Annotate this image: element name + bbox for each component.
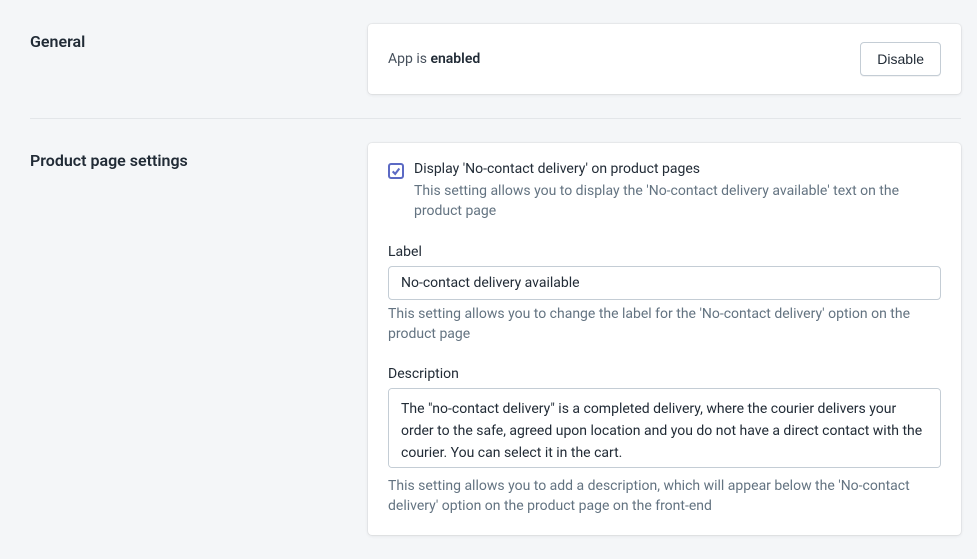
section-general: General App is enabled Disable bbox=[0, 0, 977, 118]
display-no-contact-label[interactable]: Display 'No-contact delivery' on product… bbox=[414, 161, 941, 177]
display-no-contact-help: This setting allows you to display the '… bbox=[414, 181, 941, 222]
display-no-contact-checkbox[interactable] bbox=[388, 163, 404, 179]
section-aside: General bbox=[30, 24, 344, 94]
app-status-text: App is enabled bbox=[388, 51, 480, 67]
description-textarea[interactable] bbox=[388, 388, 941, 468]
disable-button[interactable]: Disable bbox=[860, 42, 941, 76]
label-input[interactable] bbox=[388, 266, 941, 300]
label-field: Label This setting allows you to change … bbox=[388, 244, 941, 345]
section-product-page: Product page settings Display 'No-contac… bbox=[0, 119, 977, 559]
section-title-general: General bbox=[30, 32, 344, 51]
display-no-contact-row: Display 'No-contact delivery' on product… bbox=[388, 161, 941, 222]
section-aside: Product page settings bbox=[30, 143, 344, 535]
section-title-product-page: Product page settings bbox=[30, 151, 344, 170]
description-field-help: This setting allows you to add a descrip… bbox=[388, 476, 941, 517]
label-field-label: Label bbox=[388, 244, 941, 260]
description-field: Description This setting allows you to a… bbox=[388, 366, 941, 517]
card-product-page: Display 'No-contact delivery' on product… bbox=[368, 143, 961, 535]
app-status-row: App is enabled Disable bbox=[388, 42, 941, 76]
description-field-label: Description bbox=[388, 366, 941, 382]
check-icon bbox=[391, 166, 401, 176]
app-status-prefix: App is bbox=[388, 51, 430, 67]
app-status-value: enabled bbox=[430, 51, 480, 67]
card-general: App is enabled Disable bbox=[368, 24, 961, 94]
label-field-help: This setting allows you to change the la… bbox=[388, 304, 941, 345]
display-no-contact-content: Display 'No-contact delivery' on product… bbox=[414, 161, 941, 222]
